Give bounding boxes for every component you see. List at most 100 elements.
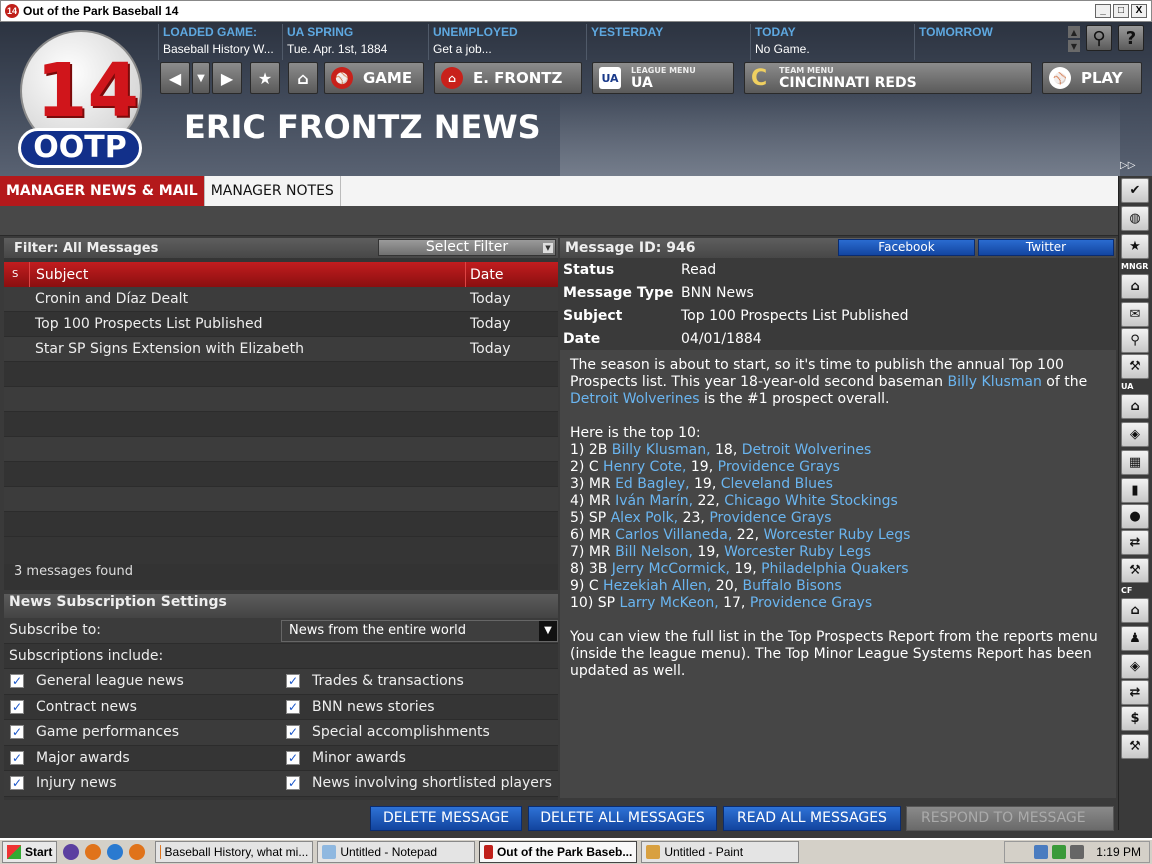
ootp-logo[interactable]: 14 OOTP xyxy=(14,30,146,170)
home-icon[interactable]: ⌂ xyxy=(1121,274,1149,299)
checkbox-shortlisted-players[interactable]: ✓ xyxy=(286,776,300,791)
star-icon[interactable]: ★ xyxy=(1121,234,1149,259)
player-link[interactable]: Carlos Villaneda, xyxy=(615,527,732,543)
history-dropdown-button[interactable]: ▼ xyxy=(192,62,210,94)
ie-quicklaunch-icon[interactable] xyxy=(107,844,124,860)
network-icon[interactable] xyxy=(1034,845,1049,859)
team-link[interactable]: Worcester Ruby Legs xyxy=(763,527,910,543)
baseball-icon[interactable]: ● xyxy=(1121,504,1149,529)
diamond-icon[interactable]: ◈ xyxy=(1121,422,1149,447)
delete-all-messages-button[interactable]: DELETE ALL MESSAGES xyxy=(528,806,717,831)
search-icon[interactable]: ⚲ xyxy=(1121,328,1149,353)
checkbox-minor-awards[interactable]: ✓ xyxy=(286,750,300,765)
play-button[interactable]: ⚾ PLAY xyxy=(1042,62,1142,94)
help-button[interactable]: ? xyxy=(1118,25,1144,51)
team-link[interactable]: Cleveland Blues xyxy=(721,476,833,492)
volume-icon[interactable] xyxy=(1070,845,1085,859)
tab-manager-notes[interactable]: MANAGER NOTES xyxy=(205,176,341,206)
checkbox-injury-news[interactable]: ✓ xyxy=(10,776,24,791)
facebook-button[interactable]: Facebook xyxy=(838,239,975,256)
home-icon[interactable]: ⌂ xyxy=(1121,598,1149,623)
table-row[interactable]: Cronin and Díaz Dealt Today xyxy=(4,287,558,312)
team-link[interactable]: Philadelphia Quakers xyxy=(761,561,909,577)
transfer-icon[interactable]: ⇄ xyxy=(1121,680,1149,705)
info-employment[interactable]: UNEMPLOYED Get a job... xyxy=(428,24,586,60)
team-link[interactable]: Detroit Wolverines xyxy=(742,442,872,458)
bar-chart-icon[interactable]: ▮ xyxy=(1121,478,1149,503)
column-date[interactable]: Date xyxy=(466,262,503,287)
delete-message-button[interactable]: DELETE MESSAGE xyxy=(370,806,522,831)
game-menu-button[interactable]: ⚾ GAME xyxy=(324,62,424,94)
taskbar-item-notepad[interactable]: Untitled - Notepad xyxy=(317,841,476,863)
transfer-icon[interactable]: ⇄ xyxy=(1121,530,1149,555)
firefox-quicklaunch-icon[interactable] xyxy=(85,844,102,860)
browser-quicklaunch-icon[interactable] xyxy=(63,844,80,860)
team-menu-button[interactable]: C TEAM MENU CINCINNATI REDS xyxy=(744,62,1032,94)
clock[interactable]: 1:19 PM xyxy=(1096,845,1141,859)
firefox-quicklaunch-icon[interactable] xyxy=(129,844,146,860)
player-link[interactable]: Bill Nelson, xyxy=(615,544,693,560)
globe-icon[interactable]: ◍ xyxy=(1121,206,1149,231)
minimize-button[interactable]: _ xyxy=(1095,4,1111,18)
start-button[interactable]: Start xyxy=(2,841,58,863)
wrench-icon[interactable]: ⚒ xyxy=(1121,558,1149,583)
checkbox-contract-news[interactable]: ✓ xyxy=(10,699,24,714)
home-icon[interactable]: ⌂ xyxy=(1121,394,1149,419)
select-filter-button[interactable]: Select Filter ▼ xyxy=(378,239,556,256)
column-status[interactable]: S xyxy=(4,262,30,287)
tab-manager-news-mail[interactable]: MANAGER NEWS & MAIL xyxy=(0,176,205,206)
subscribe-to-select[interactable]: News from the entire world ▼ xyxy=(281,620,558,642)
home-button[interactable]: ⌂ xyxy=(288,62,318,94)
player-link[interactable]: Iván Marín, xyxy=(615,493,693,509)
team-link[interactable]: Worcester Ruby Legs xyxy=(724,544,871,560)
forward-button[interactable]: ▶ xyxy=(212,62,242,94)
mail-icon[interactable]: ✉ xyxy=(1121,302,1149,327)
scroll-up-icon[interactable]: ▲ xyxy=(1068,26,1080,38)
taskbar-item-paint[interactable]: Untitled - Paint xyxy=(641,841,800,863)
read-all-messages-button[interactable]: READ ALL MESSAGES xyxy=(723,806,901,831)
player-link[interactable]: Hezekiah Allen, xyxy=(603,578,711,594)
checkbox-trades-transactions[interactable]: ✓ xyxy=(286,674,300,689)
column-subject[interactable]: Subject xyxy=(30,262,466,287)
team-link[interactable]: Buffalo Bisons xyxy=(743,578,842,594)
checkbox-major-awards[interactable]: ✓ xyxy=(10,750,24,765)
scroll-down-icon[interactable]: ▼ xyxy=(1068,40,1080,52)
wrench-icon[interactable]: ⚒ xyxy=(1121,354,1149,379)
respond-to-message-button[interactable]: RESPOND TO MESSAGE xyxy=(906,806,1114,831)
player-link[interactable]: Alex Polk, xyxy=(611,510,679,526)
player-link[interactable]: Larry McKeon, xyxy=(620,595,719,611)
team-link[interactable]: Providence Grays xyxy=(718,459,840,475)
maximize-button[interactable]: □ xyxy=(1113,4,1129,18)
player-link[interactable]: Jerry McCormick, xyxy=(612,561,730,577)
sidebar-toggle-icon[interactable]: ▷▷ xyxy=(1120,160,1135,171)
checkbox-bnn-news-stories[interactable]: ✓ xyxy=(286,699,300,714)
table-row[interactable]: Top 100 Prospects List Published Today xyxy=(4,312,558,337)
manager-menu-button[interactable]: ⌂ E. FRONTZ xyxy=(434,62,582,94)
favorite-button[interactable]: ★ xyxy=(250,62,280,94)
checkbox-game-performances[interactable]: ✓ xyxy=(10,725,24,740)
grid-icon[interactable]: ▦ xyxy=(1121,450,1149,475)
twitter-button[interactable]: Twitter xyxy=(978,239,1114,256)
checkbox-general-league-news[interactable]: ✓ xyxy=(10,674,24,689)
team-link[interactable]: Providence Grays xyxy=(750,595,872,611)
player-link[interactable]: Billy Klusman, xyxy=(612,442,711,458)
checkmark-icon[interactable]: ✔ xyxy=(1121,178,1149,203)
league-menu-button[interactable]: UA LEAGUE MENU UA xyxy=(592,62,734,94)
taskbar-item-browser[interactable]: Baseball History, what mi... xyxy=(155,841,314,863)
taskbar-item-ootp[interactable]: Out of the Park Baseb... xyxy=(479,841,638,863)
close-button[interactable]: X xyxy=(1131,4,1147,18)
player-link[interactable]: Ed Bagley, xyxy=(615,476,690,492)
wrench-icon[interactable]: ⚒ xyxy=(1121,734,1149,759)
back-button[interactable]: ◀ xyxy=(160,62,190,94)
team-link[interactable]: Providence Grays xyxy=(709,510,831,526)
player-icon[interactable]: ♟ xyxy=(1121,626,1149,651)
player-link[interactable]: Billy Klusman xyxy=(948,374,1042,390)
team-link[interactable]: Detroit Wolverines xyxy=(570,391,700,407)
search-button[interactable]: ⚲ xyxy=(1086,25,1112,51)
player-link[interactable]: Henry Cote, xyxy=(603,459,686,475)
team-link[interactable]: Chicago White Stockings xyxy=(724,493,898,509)
security-icon[interactable] xyxy=(1052,845,1067,859)
diamond-icon[interactable]: ◈ xyxy=(1121,654,1149,679)
checkbox-special-accomplishments[interactable]: ✓ xyxy=(286,725,300,740)
table-row[interactable]: Star SP Signs Extension with Elizabeth T… xyxy=(4,337,558,362)
